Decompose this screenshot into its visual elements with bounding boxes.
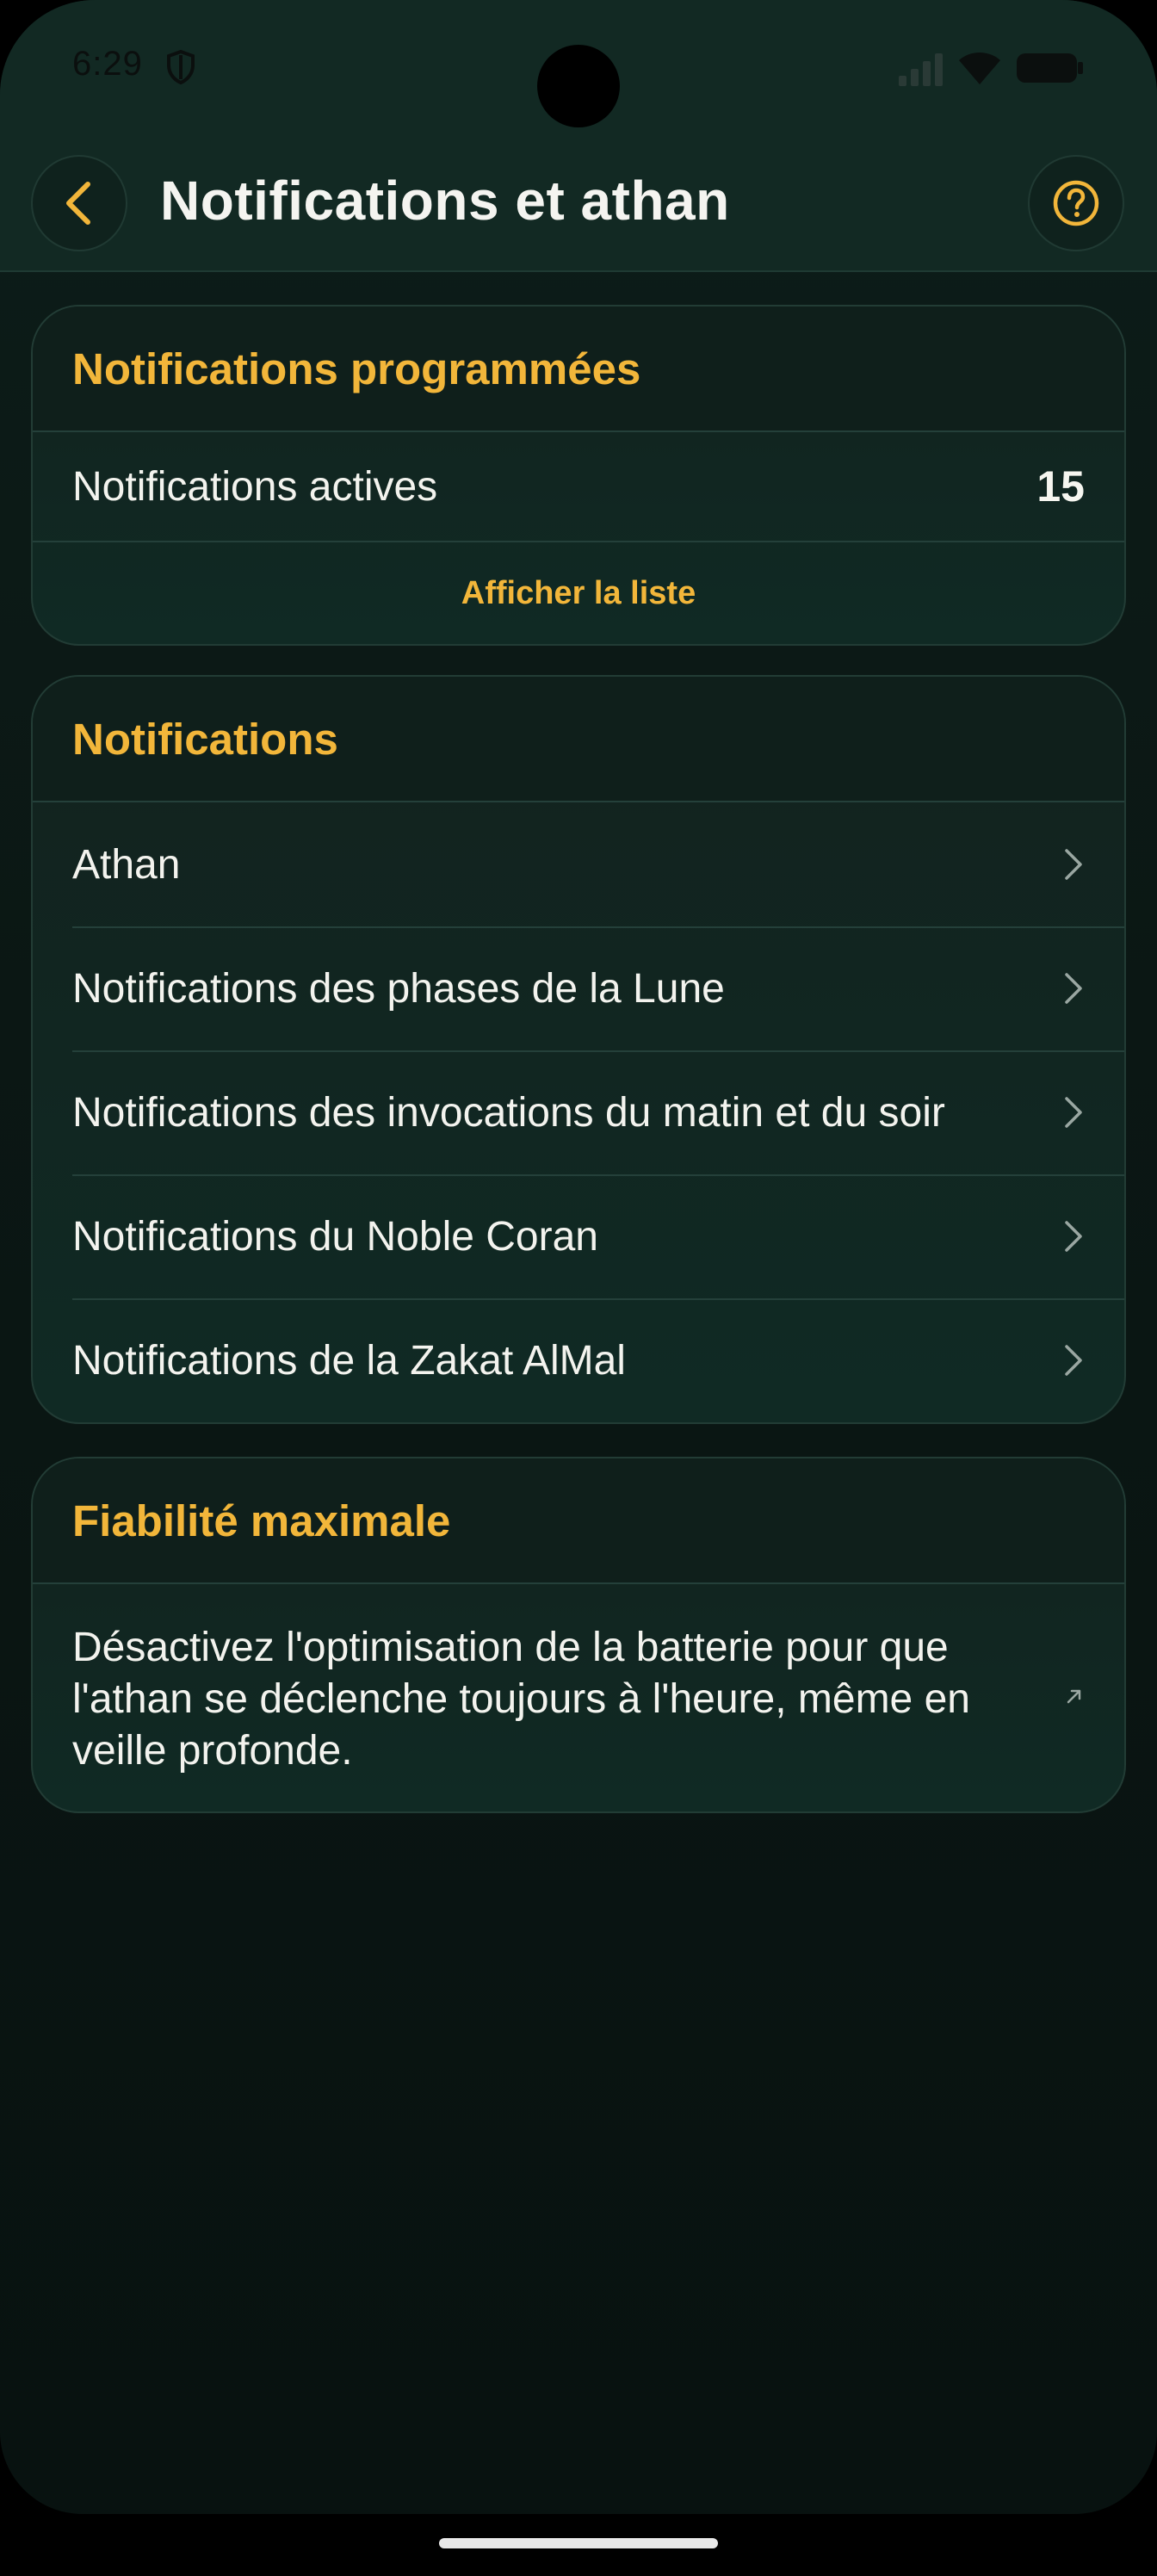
page-title: Notifications et athan <box>160 170 730 232</box>
wifi-icon <box>959 53 1000 84</box>
front-camera <box>537 45 620 127</box>
battery-optimization-description: Désactivez l'optimisation de la batterie… <box>72 1625 970 1774</box>
reliability-card: Fiabilité maximale Désactivez l'optimisa… <box>31 1457 1126 1813</box>
battery-icon <box>1017 53 1083 83</box>
app-screen: 6:29 Notifications et athan Notification… <box>0 0 1157 2514</box>
card-title: Notifications programmées <box>72 344 641 393</box>
scheduled-notifications-card: Notifications programmées Notifications … <box>31 305 1126 646</box>
list-item-label: Notifications du Noble Coran <box>72 1213 598 1260</box>
shield-icon <box>167 49 195 85</box>
list-item-zakat[interactable]: Notifications de la Zakat AlMal <box>33 1298 1124 1422</box>
status-time: 6:29 <box>72 45 143 83</box>
card-header: Notifications programmées <box>33 307 1124 432</box>
list-item-label: Athan <box>72 841 181 888</box>
app-bar: 6:29 Notifications et athan <box>0 0 1157 272</box>
card-header: Fiabilité maximale <box>33 1458 1124 1584</box>
active-notifications-count: 15 <box>1036 462 1085 511</box>
show-list-button[interactable]: Afficher la liste <box>33 541 1124 644</box>
question-circle-icon <box>1053 180 1099 226</box>
chevron-right-icon <box>1065 1345 1082 1376</box>
arrow-up-right-icon <box>1067 1689 1081 1704</box>
list-item-noble-coran[interactable]: Notifications du Noble Coran <box>33 1174 1124 1298</box>
help-button[interactable] <box>1028 155 1124 251</box>
battery-optimization-row[interactable]: Désactivez l'optimisation de la batterie… <box>33 1584 1124 1811</box>
card-title: Notifications <box>72 714 338 764</box>
chevron-left-icon <box>66 182 90 225</box>
chevron-right-icon <box>1065 1097 1082 1128</box>
list-item-label: Notifications de la Zakat AlMal <box>72 1337 626 1384</box>
active-notifications-row: Notifications actives 15 <box>33 432 1124 541</box>
notifications-card: Notifications Athan Notifications des ph… <box>31 675 1126 1424</box>
chevron-right-icon <box>1065 1221 1082 1252</box>
card-title: Fiabilité maximale <box>72 1495 451 1545</box>
list-item-athan[interactable]: Athan <box>33 802 1124 926</box>
chevron-right-icon <box>1065 973 1082 1004</box>
list-item-invocations[interactable]: Notifications des invocations du matin e… <box>33 1050 1124 1174</box>
chevron-right-icon <box>1065 849 1082 880</box>
list-item-moon-phases[interactable]: Notifications des phases de la Lune <box>33 926 1124 1050</box>
home-indicator[interactable] <box>439 2538 718 2548</box>
list-item-label: Notifications des invocations du matin e… <box>72 1089 945 1136</box>
show-list-label: Afficher la liste <box>461 574 696 611</box>
back-button[interactable] <box>31 155 127 251</box>
signal-icon <box>899 53 943 86</box>
active-notifications-label: Notifications actives <box>72 463 438 510</box>
list-item-label: Notifications des phases de la Lune <box>72 965 725 1012</box>
card-header: Notifications <box>33 677 1124 802</box>
